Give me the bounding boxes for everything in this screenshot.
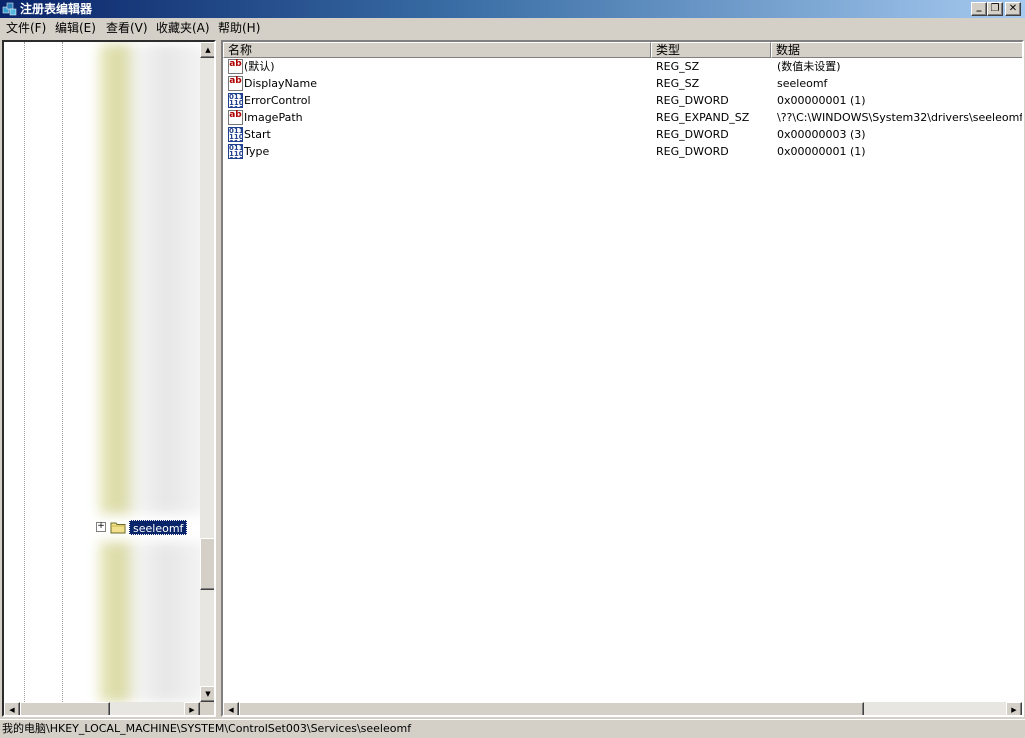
- scroll-thumb[interactable]: [239, 702, 864, 715]
- menu-edit[interactable]: 编辑(E): [55, 21, 96, 35]
- value-data: seeleomf: [777, 77, 828, 90]
- window-title: 注册表编辑器: [20, 2, 93, 16]
- binary-value-icon: 011110010: [228, 127, 243, 142]
- column-header-name[interactable]: 名称: [223, 42, 651, 58]
- value-name: (默认): [244, 60, 275, 73]
- title-bar[interactable]: 注册表编辑器 _ ❐ ✕: [0, 0, 1025, 18]
- value-type: REG_EXPAND_SZ: [656, 111, 750, 124]
- binary-value-icon: 011110010: [228, 144, 243, 159]
- value-row[interactable]: 011110010 Start REG_DWORD 0x00000003 (3): [223, 126, 1022, 143]
- string-value-icon: ab: [228, 76, 243, 91]
- close-icon: ✕: [1008, 3, 1018, 14]
- value-type: REG_SZ: [656, 77, 700, 90]
- value-data: 0x00000003 (3): [777, 128, 866, 141]
- value-type: REG_DWORD: [656, 145, 729, 158]
- scroll-right-button[interactable]: ▶: [1006, 702, 1022, 715]
- value-row[interactable]: ab DisplayName REG_SZ seeleomf: [223, 75, 1022, 92]
- column-header-data[interactable]: 数据: [771, 42, 1022, 58]
- tree-vertical-scrollbar[interactable]: [200, 42, 214, 702]
- obscured-tree-region: [99, 542, 209, 702]
- string-value-icon: ab: [228, 110, 243, 125]
- minimize-button[interactable]: _: [971, 2, 987, 16]
- value-name: DisplayName: [244, 77, 317, 90]
- menu-favorites[interactable]: 收藏夹(A): [156, 21, 210, 35]
- scroll-down-button[interactable]: ▼: [200, 686, 214, 702]
- string-value-icon: ab: [228, 59, 243, 74]
- value-name: Start: [244, 128, 271, 141]
- value-type: REG_DWORD: [656, 94, 729, 107]
- scroll-left-button[interactable]: ◀: [223, 702, 239, 715]
- value-row[interactable]: 011110010 ErrorControl REG_DWORD 0x00000…: [223, 92, 1022, 109]
- menu-file[interactable]: 文件(F): [6, 21, 46, 35]
- scroll-thumb[interactable]: [20, 702, 110, 715]
- registry-editor-icon: [2, 1, 18, 17]
- value-name: ErrorControl: [244, 94, 311, 107]
- menu-help[interactable]: 帮助(H): [218, 21, 260, 35]
- restore-button[interactable]: ❐: [987, 2, 1003, 16]
- value-type: REG_DWORD: [656, 128, 729, 141]
- value-data: 0x00000001 (1): [777, 145, 866, 158]
- value-data: (数值未设置): [777, 60, 841, 73]
- value-row[interactable]: ab (默认) REG_SZ (数值未设置): [223, 58, 1022, 75]
- scroll-left-button[interactable]: ◀: [4, 702, 20, 715]
- column-header-type[interactable]: 类型: [651, 42, 771, 58]
- tree-line: [62, 42, 63, 702]
- minimize-icon: _: [976, 1, 982, 12]
- value-row[interactable]: ab ImagePath REG_EXPAND_SZ \??\C:\WINDOW…: [223, 109, 1024, 126]
- tree-line: [24, 42, 25, 702]
- menu-view[interactable]: 查看(V): [106, 21, 148, 35]
- selected-key-seeleomf[interactable]: seeleomf: [129, 520, 188, 535]
- value-row[interactable]: 011110010 Type REG_DWORD 0x00000001 (1): [223, 143, 1022, 160]
- scroll-right-button[interactable]: ▶: [184, 702, 200, 715]
- restore-icon: ❐: [990, 3, 1000, 14]
- value-data: 0x00000001 (1): [777, 94, 866, 107]
- folder-icon: [110, 521, 127, 537]
- value-name: ImagePath: [244, 111, 303, 124]
- scroll-corner: [200, 702, 214, 715]
- status-bar: 我的电脑\HKEY_LOCAL_MACHINE\SYSTEM\ControlSe…: [0, 719, 1025, 738]
- status-path: 我的电脑\HKEY_LOCAL_MACHINE\SYSTEM\ControlSe…: [2, 722, 412, 735]
- key-tree-pane[interactable]: + seeleomf ▲ ▼ ◀ ▶: [2, 40, 216, 717]
- binary-value-icon: 011110010: [228, 93, 243, 108]
- obscured-tree-region: [99, 44, 209, 514]
- expand-toggle[interactable]: +: [96, 522, 106, 532]
- value-type: REG_SZ: [656, 60, 700, 73]
- scroll-thumb[interactable]: [200, 538, 214, 590]
- value-data: \??\C:\WINDOWS\System32\drivers\seeleomf…: [777, 111, 1024, 124]
- menu-bar: 文件(F) 编辑(E) 查看(V) 收藏夹(A) 帮助(H): [0, 18, 1025, 38]
- values-list-pane[interactable]: 名称 类型 数据 ab (默认) REG_SZ (数值未设置) ab Displ…: [221, 40, 1024, 717]
- value-name: Type: [244, 145, 270, 158]
- scroll-up-button[interactable]: ▲: [200, 42, 214, 58]
- close-button[interactable]: ✕: [1005, 2, 1021, 16]
